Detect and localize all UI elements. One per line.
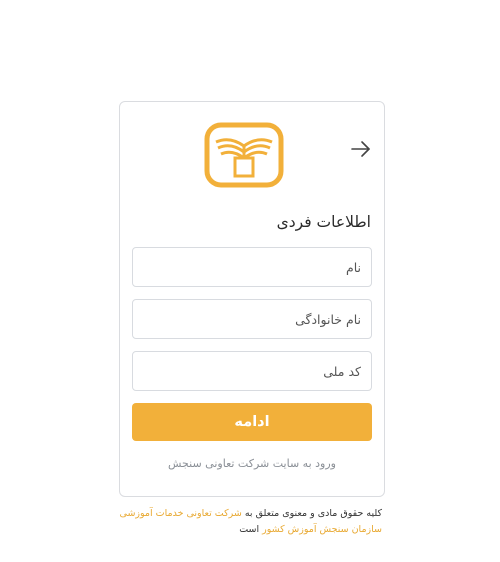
site-link[interactable]: ورود به سایت شرکت تعاونی سنجش [120, 457, 384, 470]
arrow-right-icon[interactable] [350, 140, 372, 158]
national-code-field[interactable] [132, 351, 372, 391]
book-logo-icon [204, 122, 284, 188]
footer-text-after: است [239, 524, 263, 535]
page-title: اطلاعات فردی [276, 213, 371, 231]
copyright-footer: کلیه حقوق مادی و معنوی متعلق به شرکت تعا… [110, 506, 382, 538]
personal-info-card: اطلاعات فردی ادامه ورود به سایت شرکت تعا… [119, 101, 385, 497]
first-name-field[interactable] [132, 247, 372, 287]
last-name-field[interactable] [132, 299, 372, 339]
page: اطلاعات فردی ادامه ورود به سایت شرکت تعا… [0, 0, 500, 562]
continue-button[interactable]: ادامه [132, 403, 372, 441]
footer-text-before: کلیه حقوق مادی و معنوی متعلق به [241, 508, 382, 519]
